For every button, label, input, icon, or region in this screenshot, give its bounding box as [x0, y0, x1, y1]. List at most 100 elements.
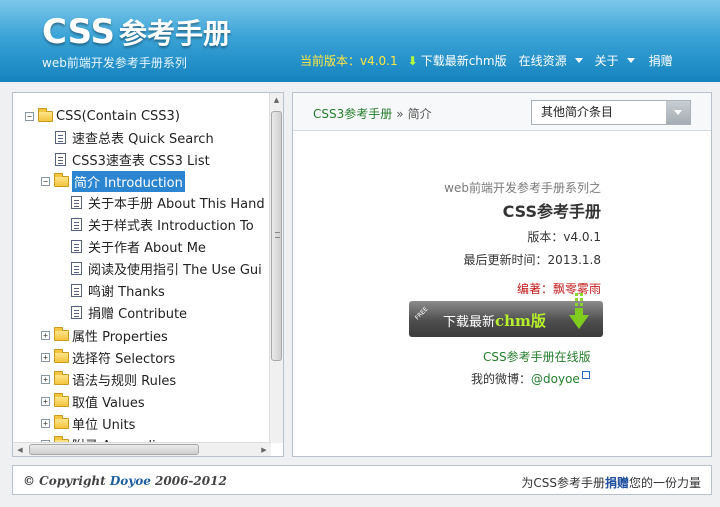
- chevron-down-icon: [574, 58, 583, 63]
- expand-icon[interactable]: +: [41, 330, 50, 340]
- tree-node-intro-child[interactable]: 关于本手册 About This Hand: [71, 191, 265, 213]
- download-button-label: 下载最新chm版: [443, 310, 546, 331]
- donate-link[interactable]: 捐赠: [649, 52, 673, 69]
- folder-open-icon: [54, 172, 69, 187]
- other-intro-select[interactable]: 其他简介条目: [531, 100, 691, 125]
- about-menu[interactable]: 关于: [595, 52, 635, 69]
- tree-node-folder[interactable]: + 取值 Values: [41, 390, 145, 412]
- tree-label: 选择符 Selectors: [72, 351, 176, 367]
- tree-node-introduction[interactable]: − 简介 Introduction: [41, 170, 185, 192]
- updated-label: 最后更新时间：2013.1.8: [463, 253, 601, 267]
- download-chm-text: chm版: [495, 312, 546, 330]
- chevron-down-icon: [626, 58, 635, 63]
- online-resources-menu[interactable]: 在线资源: [519, 52, 583, 69]
- footer: © Copyright Doyoe 2006-2012 为CSS参考手册捐赠您的…: [12, 465, 712, 495]
- about-label: 关于: [594, 54, 619, 68]
- tree-label: 关于本手册 About This Hand: [88, 196, 265, 212]
- tree-label: 属性 Properties: [72, 329, 168, 345]
- tree-label: 速查总表 Quick Search: [72, 131, 214, 147]
- copyright: © Copyright Doyoe 2006-2012: [23, 474, 227, 488]
- expand-icon[interactable]: +: [41, 352, 50, 362]
- tree-horizontal-scrollbar[interactable]: ◀ ▶: [13, 442, 271, 456]
- collapse-icon[interactable]: −: [41, 176, 50, 186]
- tree-node-folder[interactable]: + 属性 Properties: [41, 324, 168, 346]
- document-icon: [55, 152, 66, 166]
- tree-node-intro-child[interactable]: 关于作者 About Me: [71, 235, 206, 257]
- tree-node-intro-child[interactable]: 捐赠 Contribute: [71, 301, 187, 323]
- tree-node-root[interactable]: − CSS(Contain CSS3): [25, 105, 180, 127]
- download-chm-link[interactable]: 下载最新chm版: [421, 52, 507, 69]
- version-label: 版本：v4.0.1: [527, 230, 601, 244]
- logo-chinese: 参考手册: [119, 17, 232, 50]
- scroll-up-icon[interactable]: ▲: [270, 93, 283, 107]
- donate-suffix: 您的一份力量: [628, 476, 701, 490]
- online-version-link[interactable]: CSS参考手册在线版: [483, 348, 591, 365]
- folder-icon: [54, 414, 69, 429]
- footer-donate-link[interactable]: 捐赠: [605, 476, 629, 490]
- top-nav: 当前版本：v4.0.1 ⬇ 下载最新chm版 在线资源 关于 捐赠: [300, 52, 673, 69]
- tree-node-folder[interactable]: + 选择符 Selectors: [41, 346, 175, 368]
- tree-node-folder[interactable]: + 语法与规则 Rules: [41, 368, 176, 390]
- free-badge: FREE: [413, 305, 430, 322]
- donate-prefix: 为CSS参考手册: [521, 476, 605, 490]
- content-toolbar: CSS3参考手册 » 简介 其他简介条目: [293, 93, 711, 131]
- tree-label: CSS3速查表 CSS3 List: [72, 153, 210, 169]
- document-icon: [71, 195, 82, 209]
- content-panel: CSS3参考手册 » 简介 其他简介条目 web前端开发参考手册系列之 CSS参考手…: [292, 92, 712, 457]
- collapse-icon[interactable]: −: [25, 111, 34, 121]
- scroll-thumb[interactable]: [271, 111, 282, 361]
- manual-title: CSS参考手册: [502, 202, 601, 221]
- tree-label: 捐赠 Contribute: [88, 306, 188, 322]
- document-icon: [71, 261, 82, 275]
- tree-vertical-scrollbar[interactable]: ▲: [269, 93, 283, 443]
- weibo-handle-link[interactable]: @doyoe: [531, 372, 580, 386]
- tree-node-folder[interactable]: + 单位 Units: [41, 412, 135, 434]
- tree-node-intro-child[interactable]: 鸣谢 Thanks: [71, 279, 165, 301]
- tree-label: 关于作者 About Me: [88, 240, 206, 256]
- breadcrumb-home-link[interactable]: CSS3参考手册: [313, 107, 392, 121]
- copyright-brand-link[interactable]: Doyoe: [110, 474, 151, 488]
- tree-node-intro-child[interactable]: 阅读及使用指引 The Use Gui: [71, 257, 262, 279]
- dropdown-arrow-icon[interactable]: [666, 101, 690, 124]
- tree-label: 单位 Units: [72, 417, 136, 433]
- breadcrumb-separator: »: [396, 107, 404, 121]
- folder-icon: [54, 326, 69, 341]
- scroll-right-icon[interactable]: ▶: [257, 443, 271, 456]
- expand-icon[interactable]: +: [41, 418, 50, 428]
- tree-node-css3-list[interactable]: CSS3速查表 CSS3 List: [55, 148, 210, 170]
- online-resources-label: 在线资源: [518, 54, 567, 68]
- donate-line: 为CSS参考手册捐赠您的一份力量: [521, 474, 701, 491]
- tree-label: 鸣谢 Thanks: [88, 284, 165, 300]
- tree-label: CSS(Contain CSS3): [56, 108, 180, 124]
- weibo-label: 我的微博：: [471, 372, 532, 386]
- download-chm-button[interactable]: FREE 下载最新chm版: [409, 293, 603, 337]
- folder-open-icon: [38, 107, 53, 122]
- breadcrumb: CSS3参考手册 » 简介: [313, 105, 432, 122]
- current-version: 当前版本：v4.0.1: [300, 54, 398, 68]
- tree-label: 阅读及使用指引 The Use Gui: [88, 262, 262, 278]
- navigation-tree-panel: − CSS(Contain CSS3) 速查总表 Quick Search CS…: [12, 92, 284, 457]
- expand-icon[interactable]: +: [41, 396, 50, 406]
- scroll-left-icon[interactable]: ◀: [13, 443, 27, 456]
- scroll-thumb[interactable]: [29, 444, 199, 455]
- tree-node-quick-search[interactable]: 速查总表 Quick Search: [55, 126, 214, 148]
- document-icon: [71, 283, 82, 297]
- manual-info: web前端开发参考手册系列之 CSS参考手册 版本：v4.0.1 最后更新时间：…: [444, 179, 601, 297]
- expand-icon[interactable]: +: [41, 374, 50, 384]
- tree-label: 关于样式表 Introduction To: [88, 218, 254, 234]
- nav-tree: − CSS(Contain CSS3) 速查总表 Quick Search CS…: [13, 93, 271, 443]
- logo[interactable]: CSS 参考手册: [42, 12, 231, 52]
- header-subtitle: web前端开发参考手册系列: [42, 56, 187, 70]
- select-value: 其他简介条目: [541, 105, 614, 119]
- download-arrow-icon: ⬇: [407, 53, 418, 68]
- tree-node-intro-child[interactable]: 关于样式表 Introduction To: [71, 213, 254, 235]
- document-icon: [71, 217, 82, 231]
- folder-icon: [54, 370, 69, 385]
- copyright-prefix: © Copyright: [23, 474, 110, 488]
- folder-icon: [54, 392, 69, 407]
- grip-icon: [275, 232, 280, 238]
- external-link-icon: [581, 371, 590, 379]
- document-icon: [71, 305, 82, 319]
- tree-label-selected: 简介 Introduction: [72, 170, 185, 192]
- document-icon: [55, 130, 66, 144]
